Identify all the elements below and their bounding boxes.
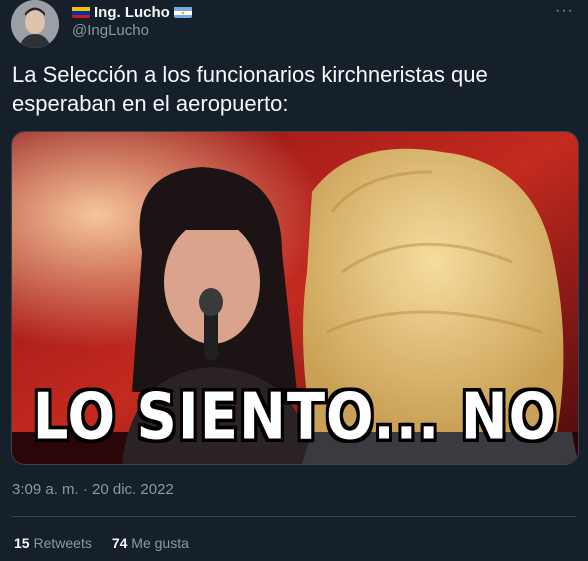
author-name[interactable]: Ing. Lucho (94, 4, 170, 21)
tweet-text: La Selección a los funcionarios kirchner… (12, 62, 488, 116)
author-handle[interactable]: @IngLucho (72, 22, 149, 39)
retweets-label: Retweets (33, 535, 92, 551)
media-caption: LO SIENTO... NO (32, 380, 558, 455)
author-name-row[interactable]: Ing. Lucho (72, 3, 192, 21)
tweet-timestamp[interactable]: 3:09 a. m. · 20 dic. 2022 (12, 481, 174, 498)
retweets-count: 15 (14, 535, 30, 551)
venezuela-flag-icon (72, 6, 90, 18)
argentina-flag-icon (173, 6, 192, 18)
avatar[interactable] (11, 0, 59, 48)
divider (12, 516, 576, 517)
avatar-image (11, 0, 59, 48)
tweet-stats: 15 Retweets 74 Me gusta (14, 535, 189, 551)
tweet-media-gif[interactable]: LO SIENTO... NO (11, 131, 579, 465)
likes-label: Me gusta (131, 535, 189, 551)
more-options-icon[interactable]: ··· (555, 2, 574, 20)
likes-count: 74 (111, 535, 128, 551)
likes-stat[interactable]: 74 Me gusta (112, 535, 189, 551)
retweets-stat[interactable]: 15 Retweets (14, 535, 92, 551)
